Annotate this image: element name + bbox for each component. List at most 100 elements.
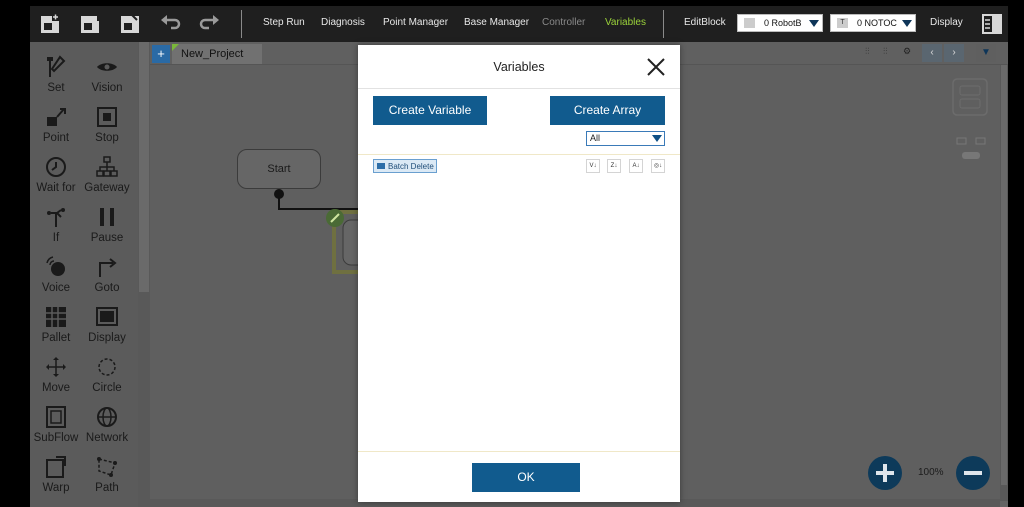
toolbar-separator <box>241 10 242 38</box>
robot-base-value: 0 RobotB <box>764 18 802 28</box>
prev-button[interactable]: ‹ <box>922 44 942 62</box>
top-toolbar: Step Run Diagnosis Point Manager Base Ma… <box>30 6 1008 42</box>
zoom-level: 100% <box>918 467 944 478</box>
tool-voice[interactable]: Voice <box>31 251 81 297</box>
circle-icon <box>98 358 116 376</box>
pallet-icon <box>46 307 66 327</box>
tool-label: Display <box>88 332 126 344</box>
subflow-icon <box>46 406 66 428</box>
tool-move[interactable]: Move <box>31 351 81 397</box>
tool-if[interactable]: If <box>31 201 81 247</box>
menu-variables[interactable]: Variables <box>605 17 646 28</box>
dialog-title: Variables <box>493 60 545 74</box>
sort-by-value-icon[interactable]: V↓ <box>586 159 600 173</box>
tool-label: Stop <box>95 132 119 144</box>
tool-label: Circle <box>92 382 122 394</box>
robot-base-select[interactable]: 0 RobotB <box>737 14 823 32</box>
tool-network[interactable]: Network <box>82 401 132 447</box>
tab-new-project[interactable]: New_Project <box>172 44 262 64</box>
sort-alphabetical-icon[interactable]: A↓ <box>629 159 643 173</box>
sort-by-scope-icon[interactable]: ◎↓ <box>651 159 665 173</box>
chevron-down-icon <box>902 20 912 27</box>
tool-path[interactable]: Path <box>82 451 132 497</box>
tool-panel: Set Vision Point Stop Wait for Gateway I… <box>30 42 138 507</box>
create-variable-button[interactable]: Create Variable <box>373 96 487 125</box>
tool-stop[interactable]: Stop <box>82 101 132 147</box>
start-node[interactable]: Start <box>237 149 321 189</box>
tab-label: New_Project <box>181 48 244 60</box>
panel-toggle-icon[interactable] <box>980 12 1004 36</box>
variable-filter-select[interactable]: All <box>586 131 665 146</box>
undo-icon[interactable] <box>158 12 182 36</box>
tool-gateway[interactable]: Gateway <box>82 151 132 197</box>
next-button[interactable]: › <box>944 44 964 62</box>
tool-select[interactable]: T 0 NOTOC <box>830 14 916 32</box>
sort-by-type-icon[interactable]: Z↓ <box>607 159 621 173</box>
menu-point-manager[interactable]: Point Manager <box>383 17 448 28</box>
tool-label: Point <box>42 132 70 144</box>
add-tab-button[interactable]: + <box>152 45 170 63</box>
tool-label: SubFlow <box>33 432 79 444</box>
tool-label: Path <box>95 482 119 494</box>
redo-icon[interactable] <box>198 12 222 36</box>
variables-dialog: Variables Create Variable Create Array A… <box>358 45 680 502</box>
tool-pause[interactable]: Pause <box>82 201 132 247</box>
batch-delete-button[interactable]: Batch Delete <box>373 159 437 173</box>
clock-icon <box>46 157 66 177</box>
distribute-icon[interactable]: ⫶⫶ <box>883 46 888 57</box>
menu-display[interactable]: Display <box>930 17 963 28</box>
tool-label: Set <box>47 82 65 94</box>
open-project-icon[interactable] <box>78 12 102 36</box>
if-icon <box>47 208 65 227</box>
tool-circle[interactable]: Circle <box>82 351 132 397</box>
tool-warp[interactable]: Warp <box>31 451 81 497</box>
tool-goto[interactable]: Goto <box>82 251 132 297</box>
display-icon <box>96 307 118 326</box>
create-array-button[interactable]: Create Array <box>550 96 665 125</box>
tool-point[interactable]: Point <box>31 101 81 147</box>
ok-button[interactable]: OK <box>472 463 580 492</box>
batch-delete-label: Batch Delete <box>388 162 434 171</box>
tab-marker <box>172 44 179 51</box>
goto-icon <box>99 258 117 277</box>
globe-icon <box>97 407 117 427</box>
path-icon <box>97 457 117 477</box>
align-icon[interactable]: ⫶⫶ <box>865 46 870 57</box>
scrollbar-thumb[interactable] <box>1001 65 1007 485</box>
zoom-in-button[interactable] <box>868 456 902 490</box>
menu-step-run[interactable]: Step Run <box>263 17 305 28</box>
tool-display[interactable]: Display <box>82 301 132 347</box>
tool-label: Vision <box>91 82 123 94</box>
tool-label: Pallet <box>41 332 71 344</box>
io-toggle-icon[interactable] <box>956 134 986 164</box>
menu-base-manager[interactable]: Base Manager <box>464 17 529 28</box>
tool-set[interactable]: Set <box>31 51 81 97</box>
save-project-icon[interactable] <box>118 12 142 36</box>
tool-label: Move <box>41 382 71 394</box>
menu-edit-block[interactable]: EditBlock <box>684 17 726 28</box>
tool-panel-scrollbar[interactable] <box>138 42 150 507</box>
robot-base-icon <box>744 18 755 28</box>
menu-controller[interactable]: Controller <box>542 17 585 28</box>
zoom-out-button[interactable] <box>956 456 990 490</box>
tool-vision[interactable]: Vision <box>82 51 132 97</box>
settings-icon[interactable]: ⚙ <box>903 46 911 57</box>
batch-delete-icon <box>377 163 385 169</box>
toolbar-separator <box>663 10 664 38</box>
new-project-icon[interactable] <box>38 12 62 36</box>
divider <box>358 88 680 89</box>
tool-label: Voice <box>41 282 71 294</box>
hrss-app-window: Step Run Diagnosis Point Manager Base Ma… <box>30 6 1008 507</box>
gateway-icon <box>96 156 118 177</box>
menu-diagnosis[interactable]: Diagnosis <box>321 17 365 28</box>
tool-label: Network <box>85 432 129 444</box>
chevron-down-icon[interactable]: ▼ <box>976 44 996 62</box>
canvas-vertical-scrollbar[interactable] <box>1000 65 1008 501</box>
scrollbar-thumb[interactable] <box>139 42 149 292</box>
layout-toggle-icon[interactable] <box>952 78 988 116</box>
tool-subflow[interactable]: SubFlow <box>31 401 81 447</box>
tool-pallet[interactable]: Pallet <box>31 301 81 347</box>
close-icon[interactable] <box>646 57 666 77</box>
chevron-down-icon <box>652 135 662 142</box>
tool-wait-for[interactable]: Wait for <box>31 151 81 197</box>
